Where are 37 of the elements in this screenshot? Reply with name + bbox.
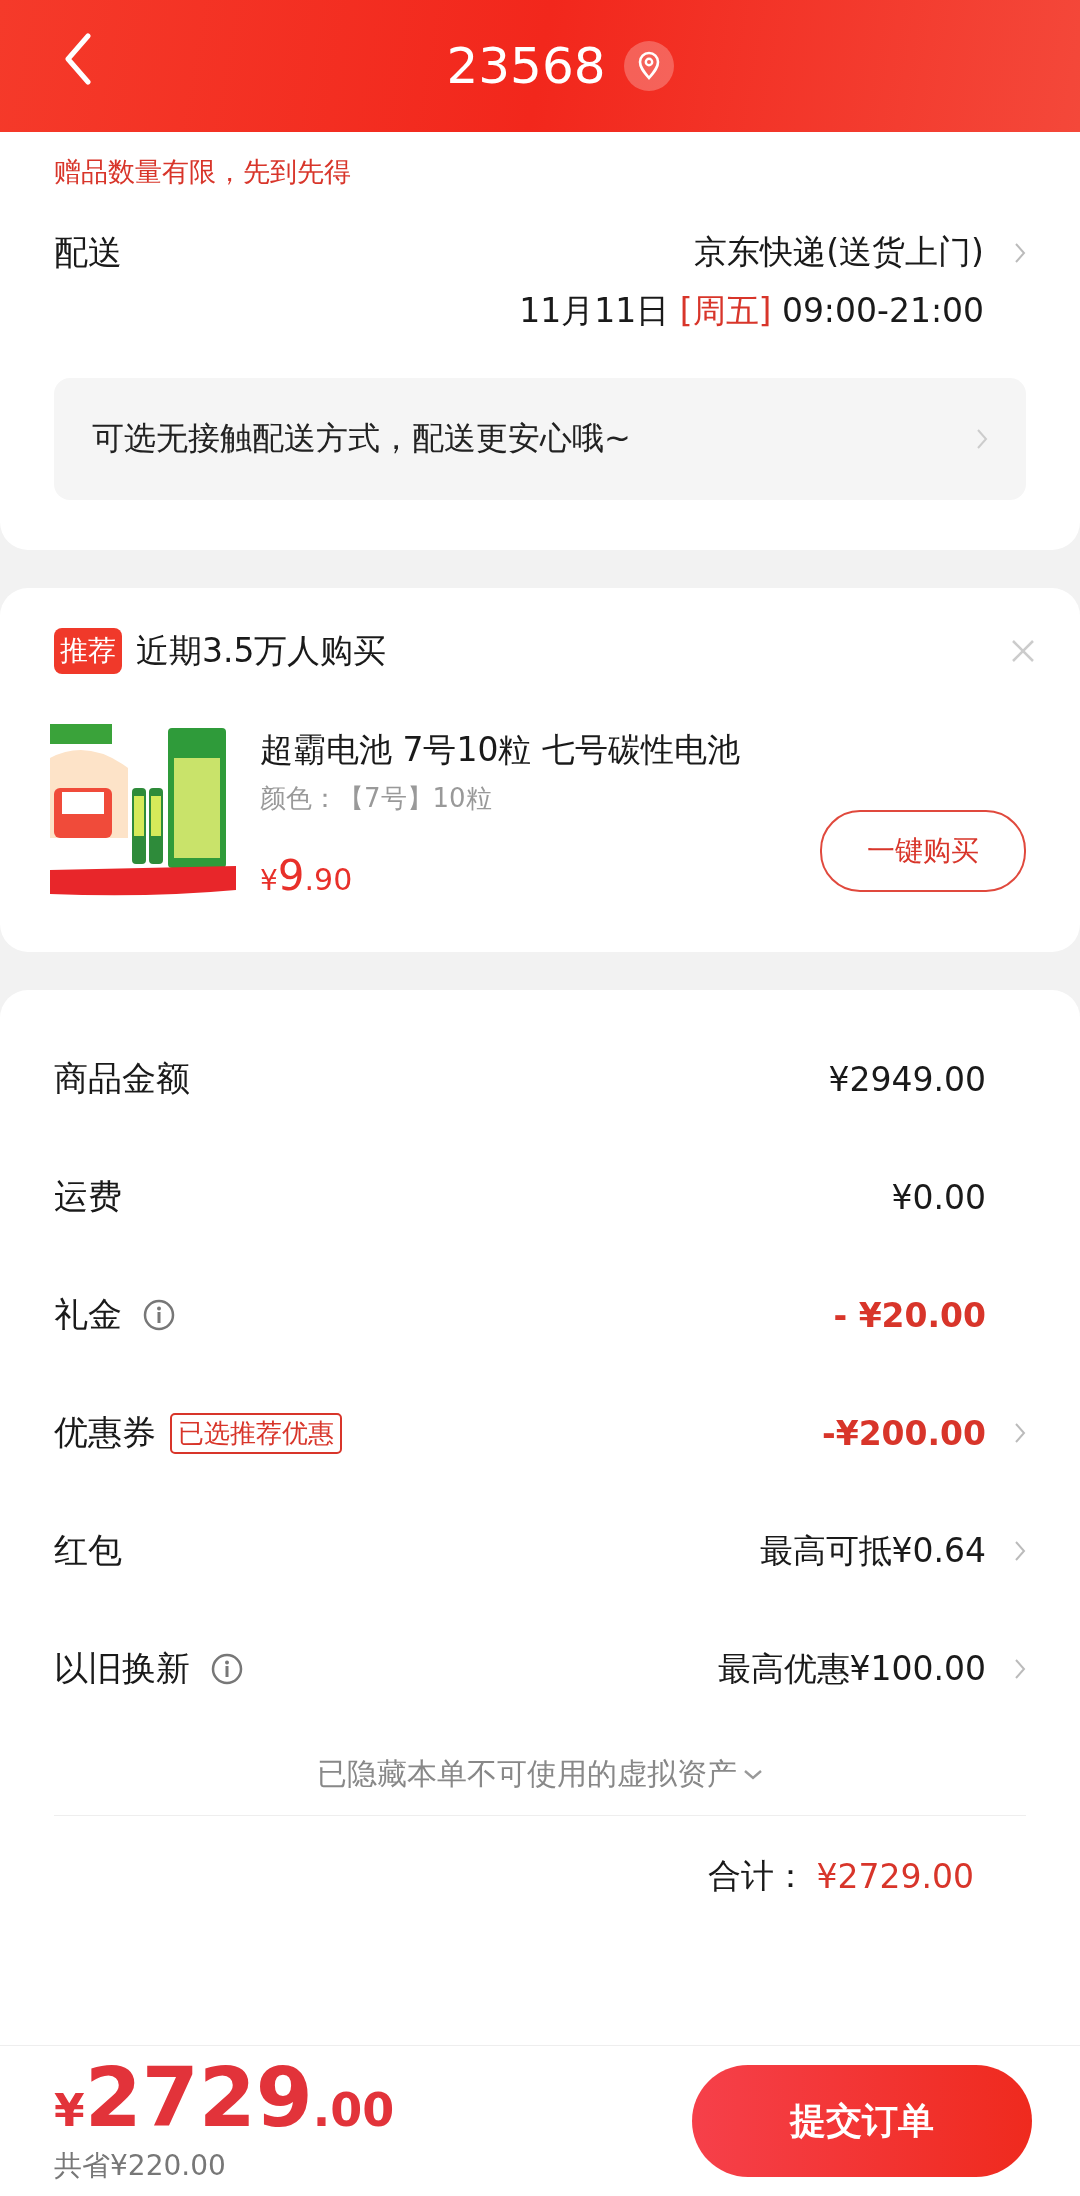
info-icon[interactable] [142,1298,176,1332]
chevron-down-icon [743,1768,763,1781]
coupon-badge: 已选推荐优惠 [170,1412,342,1454]
back-icon[interactable] [64,33,92,85]
summary-label: 优惠券 [54,1411,156,1454]
order-total-price: ¥2729.00 [54,2057,395,2139]
recommend-headline: 近期3.5万人购买 [136,629,388,672]
hidden-assets-toggle[interactable]: 已隐藏本单不可使用的虚拟资产 [317,1754,763,1795]
info-icon[interactable] [210,1652,244,1686]
contactless-notice[interactable]: 可选无接触配送方式，配送更安心哦~ [54,378,1026,500]
summary-label: 红包 [54,1529,122,1572]
summary-value: - ¥20.00 [833,1295,986,1335]
summary-value[interactable]: 最高可抵¥0.64 [759,1528,986,1574]
summary-label: 礼金 [54,1293,122,1336]
recommend-tag: 推荐 [54,628,122,674]
page-title: 23568 [446,37,606,95]
delivery-carrier[interactable]: 京东快递(送货上门) [694,230,984,275]
total-value: ¥2729.00 [816,1856,974,1896]
submit-order-button[interactable]: 提交订单 [692,2065,1032,2177]
delivery-label: 配送 [54,231,122,274]
location-pin-icon[interactable] [623,41,674,91]
buy-now-button[interactable]: 一键购买 [820,810,1026,892]
summary-value: ¥2949.00 [828,1059,986,1099]
summary-label: 商品金额 [54,1057,190,1100]
summary-label: 以旧换新 [54,1647,190,1690]
summary-value: ¥0.00 [891,1177,986,1217]
product-title[interactable]: 超霸电池 7号10粒 七号碳性电池 [260,728,1026,773]
product-price: ¥9.90 [260,851,353,900]
gift-note: 赠品数量有限，先到先得 [54,155,352,189]
delivery-time: 11月11日 [周五] 09:00-21:00 [519,290,984,332]
chevron-right-icon [976,427,988,451]
savings-text: 共省¥220.00 [54,2148,227,2184]
summary-value[interactable]: 最高优惠¥100.00 [717,1646,986,1692]
summary-value[interactable]: -¥200.00 [822,1413,986,1453]
total-label: 合计： [707,1854,807,1897]
summary-label: 运费 [54,1175,122,1218]
product-spec: 颜色：【7号】10粒 [260,782,493,815]
